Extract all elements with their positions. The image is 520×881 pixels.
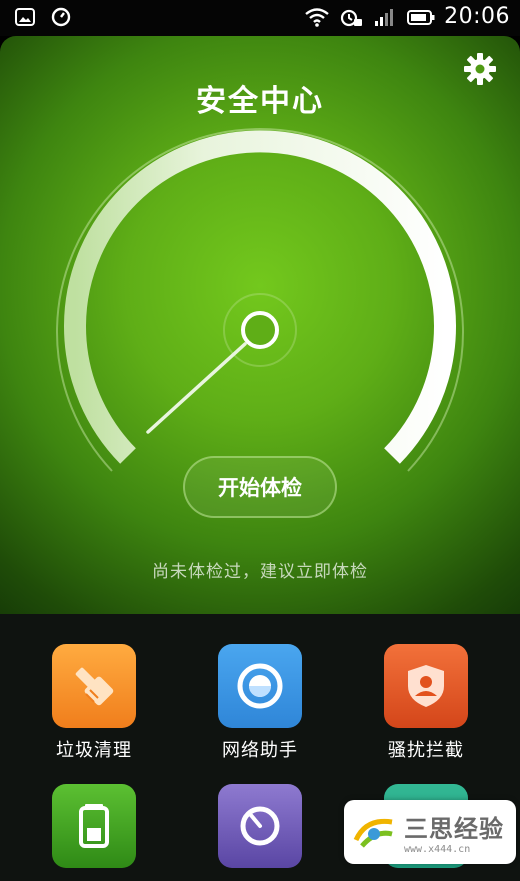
gauge-outer-ring xyxy=(56,128,464,472)
status-bar: 20:06 xyxy=(0,0,520,36)
signal-icon xyxy=(375,8,394,26)
gauge-arc xyxy=(64,130,456,464)
feature-network-assistant[interactable]: 网络助手 xyxy=(180,644,340,762)
wifi-icon xyxy=(305,7,329,27)
clock-icon xyxy=(51,7,71,27)
gear-icon xyxy=(464,53,496,85)
security-hero-panel: 安全中心 开始体检 尚未体检过，建议立即体检 xyxy=(0,36,520,614)
page-title: 安全中心 xyxy=(196,84,324,119)
settings-button[interactable] xyxy=(460,49,500,89)
tile-label: 垃圾清理 xyxy=(56,740,132,761)
network-icon xyxy=(218,644,302,728)
security-gauge xyxy=(56,128,464,472)
alarm-icon xyxy=(340,9,363,26)
feature-battery[interactable] xyxy=(14,784,174,876)
checkup-status-text: 尚未体检过，建议立即体检 xyxy=(152,562,368,582)
watermark-title: 三思经验 xyxy=(404,815,504,843)
battery-icon xyxy=(52,784,136,868)
feature-junk-cleanup[interactable]: 垃圾清理 xyxy=(14,644,174,762)
site-watermark: 三思经验 www.x444.cn xyxy=(344,800,516,864)
shield-user-icon xyxy=(384,644,468,728)
status-time: 20:06 xyxy=(444,4,510,29)
broom-icon xyxy=(52,644,136,728)
tile-label: 网络助手 xyxy=(222,740,298,761)
gauge-needle xyxy=(146,342,247,434)
image-icon xyxy=(15,8,35,26)
feature-harassment-block[interactable]: 骚扰拦截 xyxy=(346,644,506,762)
gauge-center-knob xyxy=(241,311,279,349)
battery-icon xyxy=(407,9,435,25)
cleaner-icon xyxy=(218,784,302,868)
feature-cleaner[interactable] xyxy=(180,784,340,876)
watermark-logo-icon xyxy=(353,818,393,848)
start-checkup-button[interactable]: 开始体检 xyxy=(183,456,337,518)
watermark-url: www.x444.cn xyxy=(404,844,471,855)
tile-label: 骚扰拦截 xyxy=(388,740,464,761)
